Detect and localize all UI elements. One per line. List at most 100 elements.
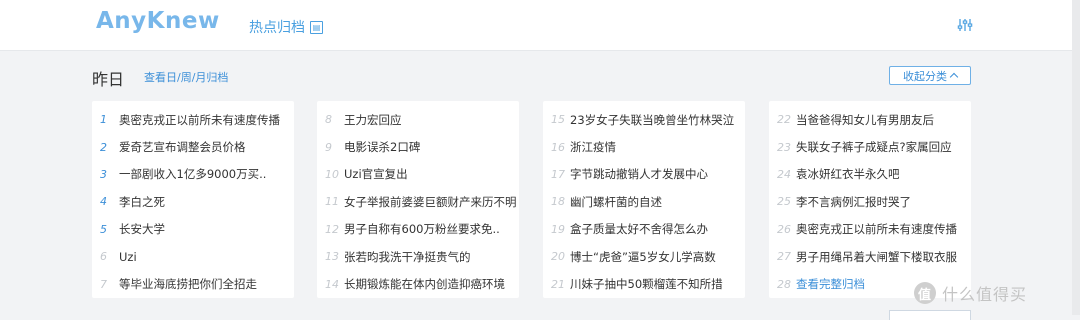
hot-list-item[interactable]: 19 盒子质量太好不舍得怎么办 — [543, 216, 745, 243]
item-title: 浙江疫情 — [570, 140, 616, 155]
hot-list-item[interactable]: 9 电影误杀2口碑 — [317, 133, 519, 160]
rank-number: 17 — [551, 167, 565, 181]
top-bar: AnyKnew 热点归档 ▤ — [0, 0, 1080, 51]
item-title: 男子自称有600万粉丝要求免.. — [344, 222, 500, 237]
rank-number: 14 — [325, 277, 339, 291]
rank-number: 1 — [100, 113, 107, 127]
hot-list-item[interactable]: 15 23岁女子失联当晚曾坐竹林哭泣 — [543, 106, 745, 133]
item-title: 23岁女子失联当晚曾坐竹林哭泣 — [570, 112, 735, 127]
archive-title-label: 热点归档 — [249, 20, 305, 36]
rank-number: 28 — [777, 277, 791, 291]
zhi-badge-icon: 值 — [914, 282, 936, 304]
hot-list-item[interactable]: 5 长安大学 — [92, 216, 294, 243]
hot-list-item[interactable]: 10 Uzi官宣复出 — [317, 161, 519, 188]
rank-number: 19 — [551, 222, 565, 236]
archive-title[interactable]: 热点归档 ▤ — [249, 17, 323, 37]
hot-list-item[interactable]: 23 失联女子裤子成疑点?家属回应 — [769, 133, 971, 160]
collapse-label: 收起分类 — [903, 69, 947, 83]
item-title: 女子举报前婆婆巨额财产来历不明 — [344, 194, 517, 209]
hot-list-item[interactable]: 6 Uzi — [92, 243, 294, 270]
hot-list-column: 22 当爸爸得知女儿有男朋友后 23 失联女子裤子成疑点?家属回应 24 袁冰妍红衣半永久… — [769, 101, 971, 298]
item-title: 盒子质量太好不舍得怎么办 — [570, 222, 708, 237]
hot-list-item[interactable]: 26 奥密克戎正以前所未有速度传播 — [769, 216, 971, 243]
chevron-up-icon — [949, 72, 959, 82]
item-title: 一部剧收入1亿多9000万买.. — [119, 167, 267, 182]
hot-list-item[interactable]: 21 川妹子抽中50颗榴莲不知所措 — [543, 270, 745, 297]
item-title: 长期锻炼能在体内创造抑癌环境 — [344, 277, 505, 292]
item-title: 幽门螺杆菌的自述 — [570, 194, 662, 209]
hot-list-item[interactable]: 18 幽门螺杆菌的自述 — [543, 188, 745, 215]
item-title: 李白之死 — [119, 194, 165, 209]
hot-list-column: 8 王力宏回应 9 电影误杀2口碑 10 Uzi官宣复出 11 女子举报前婆婆巨额财产来历不明… — [317, 101, 519, 298]
item-title: 爱奇艺宣布调整会员价格 — [119, 140, 246, 155]
item-title: 等毕业海底捞把你们全招走 — [119, 277, 257, 292]
rank-number: 16 — [551, 140, 565, 154]
hot-list-item[interactable]: 27 男子用绳吊着大闸蟹下楼取衣服 — [769, 243, 971, 270]
hot-list-item[interactable]: 17 字节跳动撤销人才发展中心 — [543, 161, 745, 188]
hot-list-item[interactable]: 24 袁冰妍红衣半永久吧 — [769, 161, 971, 188]
sliders-icon[interactable] — [957, 17, 973, 33]
item-title: 奥密克戎正以前所未有速度传播 — [796, 222, 957, 237]
scrollbar[interactable] — [1072, 0, 1080, 315]
hot-list-item[interactable]: 25 李不言病例汇报时哭了 — [769, 188, 971, 215]
hot-list-item[interactable]: 14 长期锻炼能在体内创造抑癌环境 — [317, 270, 519, 297]
item-title: 袁冰妍红衣半永久吧 — [796, 167, 900, 182]
hot-list-item[interactable]: 1 奥密克戎正以前所未有速度传播 — [92, 106, 294, 133]
rank-number: 9 — [325, 140, 332, 154]
item-title: 电影误杀2口碑 — [344, 140, 421, 155]
item-title: 失联女子裤子成疑点?家属回应 — [796, 140, 952, 155]
item-title: 王力宏回应 — [344, 112, 402, 127]
item-title: 男子用绳吊着大闸蟹下楼取衣服 — [796, 249, 957, 264]
rank-number: 23 — [777, 140, 791, 154]
item-title: 查看完整归档 — [796, 277, 865, 292]
next-section-button[interactable] — [889, 310, 971, 320]
rank-number: 26 — [777, 222, 791, 236]
rank-number: 10 — [325, 167, 339, 181]
item-title: 李不言病例汇报时哭了 — [796, 194, 911, 209]
watermark-text: 什么值得买 — [942, 285, 1028, 304]
rank-number: 25 — [777, 195, 791, 209]
hot-list-item[interactable]: 11 女子举报前婆婆巨额财产来历不明 — [317, 188, 519, 215]
hot-list-item[interactable]: 3 一部剧收入1亿多9000万买.. — [92, 161, 294, 188]
calendar-icon: ▤ — [310, 20, 323, 34]
hot-list-item[interactable]: 16 浙江疫情 — [543, 133, 745, 160]
section-title: 昨日 — [92, 70, 125, 89]
rank-number: 4 — [100, 195, 107, 209]
rank-number: 22 — [777, 113, 791, 127]
rank-number: 15 — [551, 113, 565, 127]
rank-number: 12 — [325, 222, 339, 236]
item-title: 长安大学 — [119, 222, 165, 237]
rank-number: 24 — [777, 167, 791, 181]
item-title: 奥密克戎正以前所未有速度传播 — [119, 112, 280, 127]
hot-list-item[interactable]: 20 博士“虎爸”逼5岁女儿学高数 — [543, 243, 745, 270]
item-title: 当爸爸得知女儿有男朋友后 — [796, 112, 934, 127]
hot-list-item[interactable]: 7 等毕业海底捞把你们全招走 — [92, 270, 294, 297]
hot-list-item[interactable]: 12 男子自称有600万粉丝要求免.. — [317, 216, 519, 243]
hot-list-column: 1 奥密克戎正以前所未有速度传播 2 爱奇艺宣布调整会员价格 3 一部剧收入1亿多9000… — [92, 101, 294, 298]
item-title: 川妹子抽中50颗榴莲不知所措 — [570, 277, 723, 292]
item-title: Uzi — [119, 249, 137, 264]
collapse-categories-button[interactable]: 收起分类 — [889, 66, 971, 85]
rank-number: 18 — [551, 195, 565, 209]
anyknew-logo[interactable]: AnyKnew — [96, 8, 220, 34]
item-title: Uzi官宣复出 — [344, 167, 408, 182]
rank-number: 11 — [325, 195, 339, 209]
item-title: 张若昀我洗干净挺贵气的 — [344, 249, 471, 264]
hot-list-item[interactable]: 4 李白之死 — [92, 188, 294, 215]
view-archive-link[interactable]: 查看日/周/月归档 — [144, 69, 228, 85]
item-title: 博士“虎爸”逼5岁女儿学高数 — [570, 249, 716, 264]
hot-list-item[interactable]: 22 当爸爸得知女儿有男朋友后 — [769, 106, 971, 133]
hot-list-item[interactable]: 2 爱奇艺宣布调整会员价格 — [92, 133, 294, 160]
item-title: 字节跳动撤销人才发展中心 — [570, 167, 708, 182]
rank-number: 6 — [100, 250, 107, 264]
hot-list-item[interactable]: 8 王力宏回应 — [317, 106, 519, 133]
rank-number: 13 — [325, 250, 339, 264]
hot-list-column: 15 23岁女子失联当晚曾坐竹林哭泣 16 浙江疫情 17 字节跳动撤销人才发展中心 18 幽… — [543, 101, 745, 298]
hot-list-item[interactable]: 13 张若昀我洗干净挺贵气的 — [317, 243, 519, 270]
rank-number: 8 — [325, 113, 332, 127]
watermark: 值 什么值得买 — [914, 281, 1027, 305]
rank-number: 7 — [100, 277, 107, 291]
rank-number: 2 — [100, 140, 107, 154]
rank-number: 27 — [777, 250, 791, 264]
rank-number: 5 — [100, 222, 107, 236]
